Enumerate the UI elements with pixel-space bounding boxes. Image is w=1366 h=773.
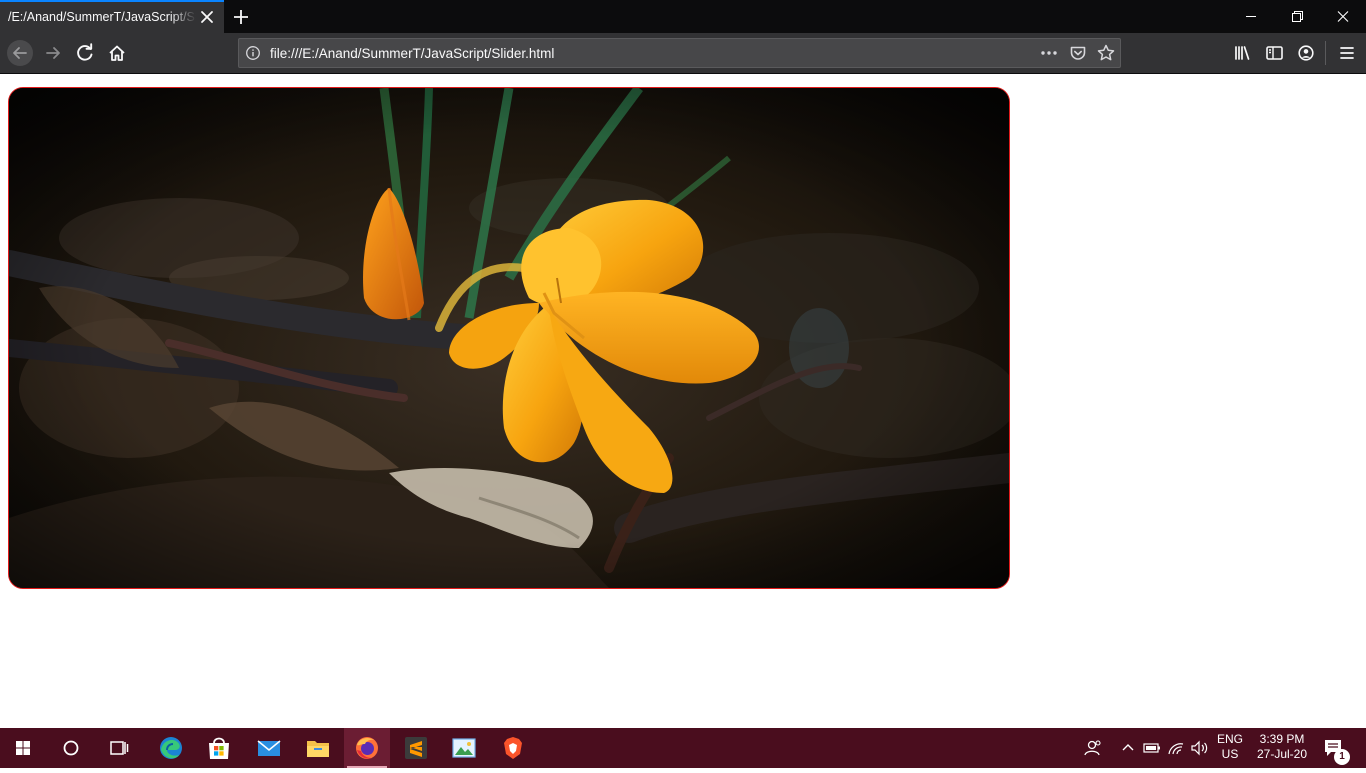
microsoft-store-icon[interactable]	[196, 728, 242, 768]
action-center-button[interactable]: 1	[1318, 732, 1360, 766]
bookmark-star-icon[interactable]	[1095, 43, 1117, 63]
minimize-icon[interactable]	[1228, 0, 1274, 33]
new-tab-plus-icon[interactable]	[230, 6, 252, 28]
people-icon[interactable]	[1081, 736, 1103, 760]
home-icon[interactable]	[102, 39, 132, 67]
firefox-taskbar-button[interactable]	[344, 728, 390, 768]
pocket-icon[interactable]	[1067, 43, 1089, 63]
file-explorer-icon[interactable]	[295, 728, 341, 768]
mail-icon[interactable]	[246, 728, 292, 768]
browser-tab-active[interactable]: /E:/Anand/SummerT/JavaScript/Slider.html	[0, 0, 224, 33]
menu-hamburger-icon[interactable]	[1332, 39, 1362, 67]
volume-icon[interactable]	[1189, 736, 1211, 760]
language-code: ENG	[1216, 732, 1243, 746]
library-icon[interactable]	[1227, 39, 1257, 67]
site-info-icon[interactable]	[245, 45, 261, 61]
notification-count-badge: 1	[1334, 749, 1350, 765]
clock-date: 27-Jul-20	[1256, 747, 1308, 761]
firefox-icon	[356, 737, 378, 759]
chevron-up-icon[interactable]	[1117, 736, 1139, 760]
page-content	[0, 74, 1366, 728]
tab-title: /E:/Anand/SummerT/JavaScript/Slider.html	[8, 10, 196, 28]
reload-icon[interactable]	[70, 39, 100, 67]
restore-icon[interactable]	[1274, 0, 1320, 33]
language-region: US	[1221, 747, 1239, 761]
task-view-icon[interactable]	[96, 728, 142, 768]
battery-icon[interactable]	[1141, 736, 1163, 760]
window-close-icon[interactable]	[1320, 0, 1366, 33]
image-slider[interactable]	[8, 87, 1010, 589]
windows-taskbar: ENG US 3:39 PM 27-Jul-20 1	[0, 728, 1366, 768]
url-bar[interactable]: file:///E:/Anand/SummerT/JavaScript/Slid…	[238, 38, 1121, 68]
back-arrow-icon[interactable]	[5, 39, 35, 67]
account-icon[interactable]	[1291, 39, 1321, 67]
sidebar-icon[interactable]	[1259, 39, 1289, 67]
system-clock[interactable]: 3:39 PM 27-Jul-20	[1252, 732, 1312, 764]
clock-time: 3:39 PM	[1259, 732, 1305, 746]
forward-arrow-icon[interactable]	[38, 39, 68, 67]
wifi-icon[interactable]	[1165, 736, 1187, 760]
edge-browser-icon[interactable]	[148, 728, 194, 768]
toolbar-separator	[1325, 41, 1326, 65]
search-circle-icon[interactable]	[48, 728, 94, 768]
brave-browser-icon[interactable]	[490, 728, 536, 768]
sublime-text-icon[interactable]	[393, 728, 439, 768]
input-language-indicator[interactable]: ENG US	[1213, 732, 1247, 764]
yellow-crocus-flower-photo	[9, 88, 1009, 588]
tab-close-icon[interactable]	[198, 8, 216, 26]
start-windows-icon[interactable]	[0, 728, 46, 768]
photos-icon[interactable]	[441, 728, 487, 768]
tab-strip: /E:/Anand/SummerT/JavaScript/Slider.html	[0, 0, 1366, 33]
url-text[interactable]: file:///E:/Anand/SummerT/JavaScript/Slid…	[270, 46, 554, 61]
navigation-toolbar: file:///E:/Anand/SummerT/JavaScript/Slid…	[0, 33, 1366, 74]
more-actions-icon[interactable]	[1038, 43, 1060, 63]
